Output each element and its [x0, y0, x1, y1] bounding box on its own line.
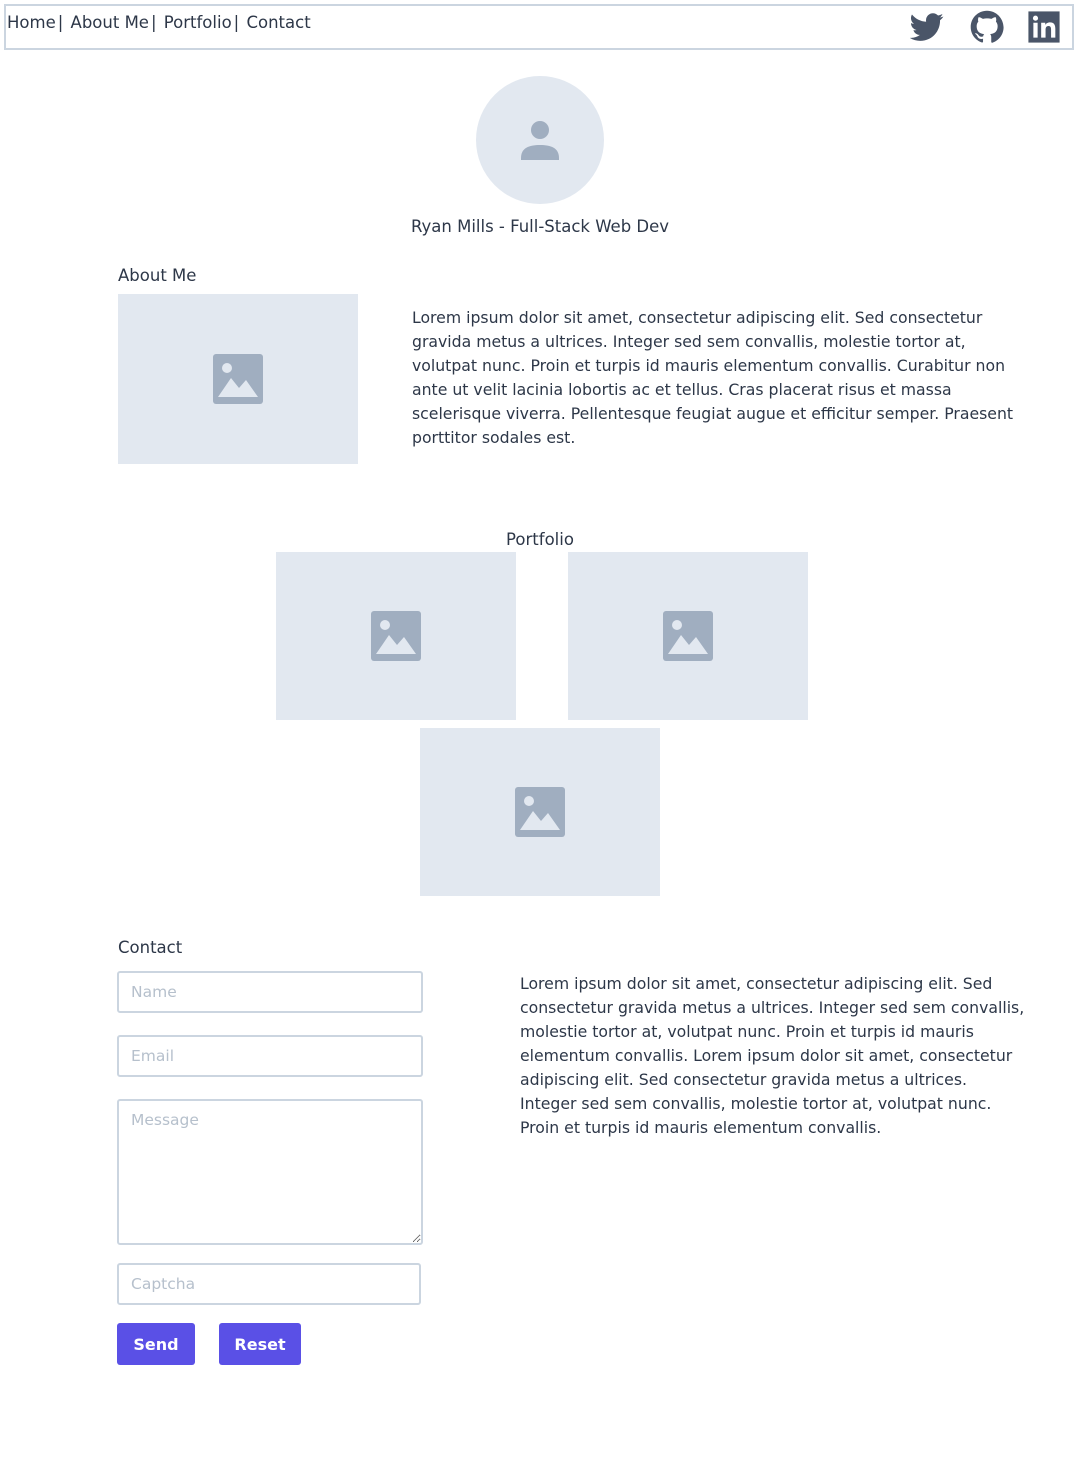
nav-links: Home | About Me | Portfolio | Contact — [7, 13, 311, 32]
name-field[interactable] — [117, 971, 423, 1013]
nav-separator: | — [150, 13, 157, 32]
contact-text: Lorem ipsum dolor sit amet, consectetur … — [520, 974, 1025, 1137]
message-field[interactable] — [117, 1099, 423, 1245]
profile-title: Ryan Mills - Full-Stack Web Dev — [410, 217, 670, 236]
image-icon — [515, 787, 565, 837]
about-image — [118, 294, 358, 464]
image-icon — [663, 611, 713, 661]
email-field[interactable] — [117, 1035, 423, 1077]
reset-button[interactable]: Reset — [219, 1323, 301, 1365]
linkedin-icon[interactable] — [1027, 10, 1061, 44]
about-heading: About Me — [118, 266, 197, 285]
twitter-icon[interactable] — [910, 10, 944, 44]
captcha-field[interactable] — [117, 1263, 421, 1305]
nav-link-about[interactable]: About Me — [71, 13, 149, 32]
image-icon — [213, 354, 263, 404]
github-icon[interactable] — [970, 10, 1004, 44]
user-icon — [521, 121, 559, 160]
avatar — [476, 76, 604, 204]
portfolio-heading: Portfolio — [506, 530, 574, 549]
image-icon — [371, 611, 421, 661]
about-text: Lorem ipsum dolor sit amet, consectetur … — [412, 308, 1014, 447]
contact-heading: Contact — [118, 938, 183, 957]
nav-link-portfolio[interactable]: Portfolio — [164, 13, 232, 32]
nav-separator: | — [233, 13, 240, 32]
nav-link-home[interactable]: Home — [7, 13, 56, 32]
send-button[interactable]: Send — [117, 1323, 195, 1365]
nav-separator: | — [57, 13, 64, 32]
portfolio-item[interactable] — [276, 552, 516, 720]
portfolio-item[interactable] — [420, 728, 660, 896]
nav-link-contact[interactable]: Contact — [246, 13, 310, 32]
portfolio-item[interactable] — [568, 552, 808, 720]
